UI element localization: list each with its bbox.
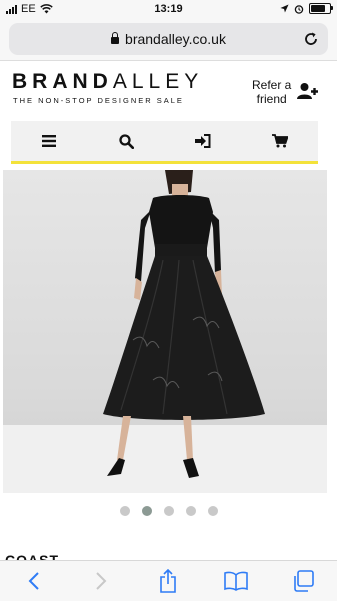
share-button[interactable] xyxy=(153,568,183,594)
refer-a-friend-link[interactable]: Refer a friend xyxy=(252,78,291,106)
cart-button[interactable] xyxy=(241,121,318,161)
carousel-dots xyxy=(0,506,337,516)
share-icon xyxy=(160,569,177,593)
status-bar: EE 13:19 xyxy=(0,0,337,20)
sign-in-icon xyxy=(194,134,211,148)
carousel-dot[interactable] xyxy=(185,506,196,516)
tabs-button[interactable] xyxy=(288,568,318,594)
logo-part-alley: ALLEY xyxy=(112,70,204,93)
carousel-dot[interactable] xyxy=(207,506,218,516)
book-icon xyxy=(224,571,248,591)
url-text: brandalley.co.uk xyxy=(125,31,226,47)
status-right xyxy=(280,3,333,14)
browser-chrome: brandalley.co.uk xyxy=(0,20,337,61)
carousel-dot[interactable] xyxy=(163,506,174,516)
brand-logo[interactable]: BRANDALLEY xyxy=(12,70,203,94)
dress-illustration xyxy=(3,170,327,493)
location-arrow-icon xyxy=(280,4,289,13)
lock-icon xyxy=(111,32,120,44)
main-nav xyxy=(11,121,318,164)
reload-icon[interactable] xyxy=(302,30,320,48)
cart-icon xyxy=(271,134,288,148)
add-user-icon[interactable] xyxy=(297,82,319,100)
back-button[interactable] xyxy=(19,568,49,594)
site-header: BRANDALLEY THE NON-STOP DESIGNER SALE Re… xyxy=(0,62,337,116)
forward-button[interactable] xyxy=(86,568,116,594)
carousel-dot[interactable] xyxy=(119,506,130,516)
logo-part-brand: BRAND xyxy=(12,70,113,93)
chevron-right-icon xyxy=(96,572,107,590)
menu-icon xyxy=(42,135,57,147)
browser-toolbar xyxy=(0,560,337,601)
address-bar[interactable]: brandalley.co.uk xyxy=(9,23,328,55)
address-text-row: brandalley.co.uk xyxy=(9,31,328,47)
sign-in-button[interactable] xyxy=(165,121,242,161)
tagline: THE NON-STOP DESIGNER SALE xyxy=(13,96,184,105)
product-image[interactable] xyxy=(3,170,327,493)
refer-line-2: friend xyxy=(256,92,287,106)
battery-icon xyxy=(309,3,333,14)
refer-line-1: Refer a xyxy=(252,78,292,92)
alarm-icon xyxy=(294,4,304,14)
bookmarks-button[interactable] xyxy=(221,568,251,594)
chevron-left-icon xyxy=(28,572,39,590)
search-icon xyxy=(118,133,134,149)
menu-button[interactable] xyxy=(11,121,88,161)
battery-level xyxy=(311,5,326,12)
search-button[interactable] xyxy=(88,121,165,161)
tabs-icon xyxy=(294,570,315,592)
carousel-dot[interactable] xyxy=(141,506,152,516)
